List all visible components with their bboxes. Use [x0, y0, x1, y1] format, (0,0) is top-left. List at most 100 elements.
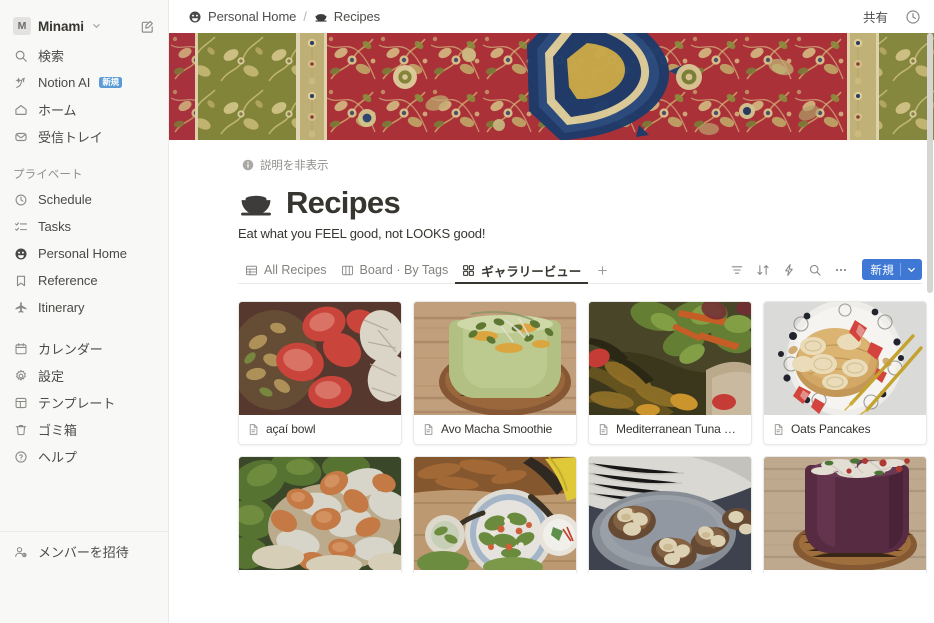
database-view-tabbar: All Recipes Board · By Tags ギャラリービュー 新規 — [238, 257, 922, 284]
help-circle-icon — [13, 449, 29, 465]
view-tabs: All Recipes Board · By Tags ギャラリービュー — [238, 257, 613, 284]
sidebar-item-templates[interactable]: テンプレート — [8, 389, 160, 416]
toggle-description-button[interactable]: 説明を非表示 — [238, 155, 332, 175]
card-title: açaí bowl — [266, 422, 316, 436]
sidebar-item-tasks[interactable]: Tasks — [8, 213, 160, 240]
vertical-scrollbar[interactable] — [927, 33, 933, 293]
tab-gallery-view[interactable]: ギャラリービュー — [455, 257, 589, 284]
automation-lightning-icon[interactable] — [777, 258, 801, 281]
edit-square-icon[interactable] — [140, 19, 155, 34]
airplane-icon — [13, 300, 29, 316]
main-content: Personal Home / Recipes 共有 説明を非表示 Recipe… — [169, 0, 934, 623]
card-cover-veggie-bowl-table — [414, 457, 576, 570]
sidebar-top-nav: 検索 Notion AI 新規 ホーム 受信トレイ — [0, 42, 168, 150]
rice-bowl-icon — [238, 185, 274, 221]
checklist-icon — [13, 219, 29, 235]
clock-history-icon[interactable] — [905, 9, 921, 25]
sidebar-label: 受信トレイ — [38, 130, 103, 145]
inbox-icon — [13, 129, 29, 145]
sidebar-label: ゴミ箱 — [38, 423, 77, 438]
sidebar-label: Tasks — [38, 219, 71, 234]
sidebar-item-calendar[interactable]: カレンダー — [8, 335, 160, 362]
card-title: Oats Pancakes — [791, 422, 871, 436]
sidebar-item-trash[interactable]: ゴミ箱 — [8, 416, 160, 443]
sidebar-label: Notion AI — [38, 75, 91, 90]
topbar-actions: 共有 — [858, 4, 921, 29]
sidebar-label: メンバーを招待 — [38, 545, 129, 560]
new-record-button[interactable]: 新規 — [862, 259, 922, 280]
trash-icon — [13, 422, 29, 438]
page-file-icon — [422, 423, 435, 436]
sidebar-bottom-fade — [0, 575, 168, 623]
sidebar-item-settings[interactable]: 設定 — [8, 362, 160, 389]
workspace-avatar: M — [13, 17, 31, 35]
card-title: Avo Macha Smoothie — [441, 422, 553, 436]
new-record-label: 新規 — [870, 264, 894, 277]
card-caption: Avo Macha Smoothie — [414, 415, 576, 444]
sidebar-item-help[interactable]: ヘルプ — [8, 443, 160, 470]
sidebar-item-invite-members[interactable]: メンバーを招待 — [8, 538, 160, 565]
card-cover-stuffed-mushrooms-plate — [589, 457, 751, 570]
sidebar-divider — [0, 531, 168, 532]
sidebar-item-reference[interactable]: Reference — [8, 267, 160, 294]
sidebar-label: テンプレート — [38, 396, 116, 411]
sidebar-item-notion-ai[interactable]: Notion AI 新規 — [8, 69, 160, 96]
page-title-row: Recipes — [238, 185, 922, 221]
card-cover-oats-pancakes — [764, 302, 926, 415]
template-icon — [13, 395, 29, 411]
add-view-button[interactable] — [591, 259, 613, 281]
card-caption: Oats Pancakes — [764, 415, 926, 444]
tab-label: ギャラリービュー — [481, 264, 582, 279]
sidebar-label: カレンダー — [38, 342, 103, 357]
tab-board-by-tags[interactable]: Board · By Tags — [334, 257, 456, 283]
tab-label: All Recipes — [264, 263, 327, 277]
sidebar-label: Itinerary — [38, 300, 85, 315]
notion-app-window: M Minami 検索 Notion AI 新規 ホーム 受信トレイ プライベー… — [0, 0, 934, 623]
clock-icon — [13, 192, 29, 208]
sort-icon[interactable] — [751, 258, 775, 281]
sidebar-private-nav: Schedule Tasks Personal Home Reference I… — [0, 186, 168, 321]
gallery-card[interactable]: açaí bowl — [238, 301, 402, 445]
board-view-icon — [341, 264, 354, 277]
sidebar-section-private-label: プライベート — [13, 169, 83, 181]
sidebar-label: Reference — [38, 273, 98, 288]
gallery-card[interactable]: Mediterranean Tuna Salad — [588, 301, 752, 445]
breadcrumb-item-recipes[interactable]: Recipes — [309, 7, 385, 26]
breadcrumb-label: Personal Home — [208, 9, 297, 24]
search-icon[interactable] — [803, 258, 827, 281]
card-cover-mediterranean-tuna-salad — [589, 302, 751, 415]
rice-bowl-icon — [314, 10, 328, 24]
page-file-icon — [597, 423, 610, 436]
chevron-down-icon[interactable] — [901, 265, 922, 274]
breadcrumb-item-personal-home[interactable]: Personal Home — [183, 7, 301, 26]
more-options-icon[interactable] — [829, 258, 853, 281]
share-button[interactable]: 共有 — [858, 4, 893, 29]
filter-icon[interactable] — [725, 258, 749, 281]
sidebar-item-schedule[interactable]: Schedule — [8, 186, 160, 213]
sidebar-item-itinerary[interactable]: Itinerary — [8, 294, 160, 321]
page-title[interactable]: Recipes — [286, 185, 401, 221]
gallery-card[interactable]: Oats Pancakes — [763, 301, 927, 445]
sidebar-label: ヘルプ — [38, 450, 77, 465]
sidebar: M Minami 検索 Notion AI 新規 ホーム 受信トレイ プライベー… — [0, 0, 169, 623]
sidebar-label: 設定 — [38, 369, 64, 384]
gallery-card[interactable]: Avo Macha Smoothie — [413, 301, 577, 445]
sidebar-item-personal-home[interactable]: Personal Home — [8, 240, 160, 267]
card-cover-shrimp-salad-bowl — [239, 457, 401, 570]
sidebar-item-home[interactable]: ホーム — [8, 96, 160, 123]
gear-icon — [13, 368, 29, 384]
page-cover-image[interactable] — [169, 33, 934, 140]
database-toolbar: 新規 — [725, 258, 922, 283]
sidebar-item-inbox[interactable]: 受信トレイ — [8, 123, 160, 150]
card-title: Mediterranean Tuna Salad — [616, 422, 742, 436]
tab-all-recipes[interactable]: All Recipes — [238, 257, 334, 283]
page-body: 説明を非表示 Recipes Eat what you FEEL good, n… — [169, 155, 934, 599]
calendar-icon — [13, 341, 29, 357]
page-subtitle[interactable]: Eat what you FEEL good, not LOOKS good! — [238, 226, 922, 241]
workspace-switcher[interactable]: M Minami — [8, 12, 160, 40]
sidebar-item-search[interactable]: 検索 — [8, 42, 160, 69]
card-caption: açaí bowl — [239, 415, 401, 444]
sidebar-label: ホーム — [38, 103, 77, 118]
gallery-view-icon — [462, 264, 475, 277]
